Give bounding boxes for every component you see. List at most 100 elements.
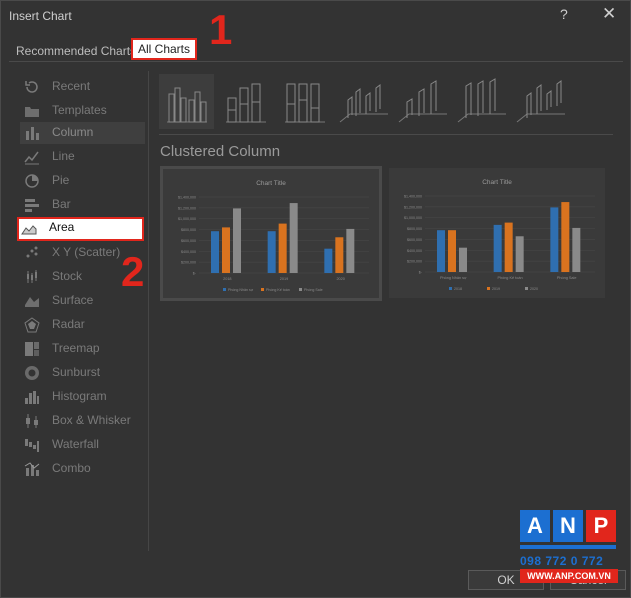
sidebar-item-label: Templates [52, 103, 107, 117]
sidebar-item-box-whisker[interactable]: Box & Whisker [20, 410, 145, 432]
help-button[interactable]: ? [560, 6, 568, 22]
chart-preview-1[interactable]: Chart Title $1,400,000 $1,200,000 $1,000,00… [160, 166, 382, 301]
box-whisker-chart-icon [26, 414, 38, 428]
sidebar-item-label: Histogram [52, 389, 107, 403]
dialog-title: Insert Chart [9, 9, 72, 23]
y-tick-label: $800,000 [181, 228, 196, 232]
legend-label: Phòng Kế toán [266, 288, 290, 292]
bar [289, 203, 298, 273]
stacked-column-thumb[interactable] [218, 74, 273, 129]
chart-preview-2[interactable]: Chart Title $1,400,000 $1,200,000 $1,000,00… [389, 168, 605, 298]
sidebar-item-line[interactable]: Line [20, 146, 145, 168]
3d-stacked-column-thumb[interactable] [395, 74, 450, 129]
x-tick-label: 2020 [336, 277, 344, 281]
x-tick-label: Phòng Nhân sự [440, 276, 467, 280]
sidebar-item-label: Bar [52, 197, 71, 211]
y-tick-label: $200,000 [181, 261, 196, 265]
bar [561, 202, 570, 272]
bar [267, 231, 276, 273]
y-tick-label: $200,000 [407, 260, 422, 264]
3d-column-thumb[interactable] [513, 74, 568, 129]
bar [572, 227, 581, 272]
percent-stacked-column-icon [285, 83, 325, 123]
treemap-chart-icon [25, 342, 39, 356]
bar [493, 224, 502, 272]
close-button[interactable]: ✕ [602, 4, 616, 24]
3d-percent-stacked-column-icon [457, 78, 506, 123]
y-tick-label: $1,200,000 [178, 206, 196, 210]
bar [504, 222, 513, 272]
sidebar-item-label: Box & Whisker [52, 413, 131, 427]
sidebar-item-label: Combo [52, 461, 91, 475]
preview-chart-title: Chart Title [256, 180, 286, 187]
3d-clustered-column-thumb[interactable] [336, 74, 391, 129]
clustered-column-icon [167, 87, 207, 123]
sidebar-item-column[interactable]: Column [20, 122, 145, 144]
y-tick-label: $600,000 [181, 239, 196, 243]
sidebar-item-pie[interactable]: Pie [20, 170, 145, 192]
3d-stacked-column-icon [398, 80, 447, 123]
percent-stacked-column-thumb[interactable] [277, 74, 332, 129]
logo-phone: 098 772 0 772 [520, 554, 604, 568]
sidebar-item-histogram[interactable]: Histogram [20, 386, 145, 408]
sidebar-item-area[interactable]: Area [17, 217, 144, 241]
pie-chart-icon [25, 174, 39, 188]
preview-1-chart: Chart Title $1,400,000 $1,200,000 $1,000,00… [178, 180, 369, 292]
preview-chart-title: Chart Title [482, 179, 512, 186]
radar-chart-icon [24, 317, 40, 333]
logo-stripe [520, 545, 616, 549]
y-tick-label: $- [193, 272, 197, 276]
bar [437, 230, 445, 272]
sidebar-item-treemap[interactable]: Treemap [20, 338, 145, 360]
legend-label: 2019 [492, 287, 500, 291]
line-chart-icon [24, 151, 39, 165]
sidebar-item-recent[interactable]: Recent [20, 76, 145, 98]
anp-logo-watermark: A N P 098 772 0 772 WWW.ANP.COM.VN [520, 510, 620, 588]
y-tick-label: $1,400,000 [404, 195, 422, 199]
step-1-marker: 1 [209, 6, 233, 53]
sidebar-item-label: Waterfall [52, 437, 99, 451]
stacked-column-icon [226, 83, 266, 123]
bar [211, 231, 219, 273]
sidebar-item-label: Sunburst [52, 365, 101, 379]
tab-divider [9, 61, 623, 62]
sidebar-item-combo[interactable]: Combo [20, 458, 145, 480]
tab-all-charts[interactable]: All Charts [131, 38, 197, 60]
sidebar-item-sunburst[interactable]: Sunburst [20, 362, 145, 384]
logo-letter-p: P [586, 510, 616, 542]
sidebar-item-label: Treemap [52, 341, 100, 355]
legend-swatch [487, 287, 490, 290]
sidebar-item-templates[interactable]: Templates [20, 100, 145, 122]
tab-recommended-charts[interactable]: Recommended Charts [14, 41, 138, 61]
y-tick-label: $400,000 [407, 249, 422, 253]
x-tick-label: 2019 [280, 277, 288, 281]
legend-swatch [223, 288, 226, 291]
logo-letter-n: N [553, 510, 583, 542]
sidebar-item-waterfall[interactable]: Waterfall [20, 434, 145, 456]
3d-percent-stacked-column-thumb[interactable] [454, 74, 509, 129]
y-tick-label: $600,000 [407, 238, 422, 242]
bar [515, 236, 524, 272]
subtype-divider [159, 134, 613, 135]
y-tick-label: $400,000 [181, 250, 196, 254]
3d-clustered-column-icon [339, 84, 388, 123]
sidebar-item-label: X Y (Scatter) [52, 245, 121, 259]
title-bar: Insert Chart ? ✕ [1, 1, 630, 31]
bar [550, 207, 559, 272]
combo-chart-icon [24, 462, 40, 476]
sidebar-item-bar[interactable]: Bar [20, 194, 145, 216]
y-tick-label: $- [419, 271, 423, 275]
bar [233, 208, 241, 273]
sidebar-item-label: Stock [52, 269, 83, 283]
sidebar-item-radar[interactable]: Radar [20, 314, 145, 336]
legend-label: Phòng Nhân sự [228, 288, 254, 292]
y-tick-label: $1,000,000 [178, 217, 196, 221]
clustered-column-thumb[interactable] [159, 74, 214, 129]
templates-icon [25, 107, 39, 117]
y-tick-label: $1,000,000 [404, 216, 422, 220]
step-2-marker: 2 [121, 248, 145, 295]
histogram-chart-icon [25, 391, 39, 404]
area-chart-icon [21, 225, 37, 235]
scatter-chart-icon [26, 246, 38, 258]
sidebar-item-label: Surface [52, 293, 94, 307]
